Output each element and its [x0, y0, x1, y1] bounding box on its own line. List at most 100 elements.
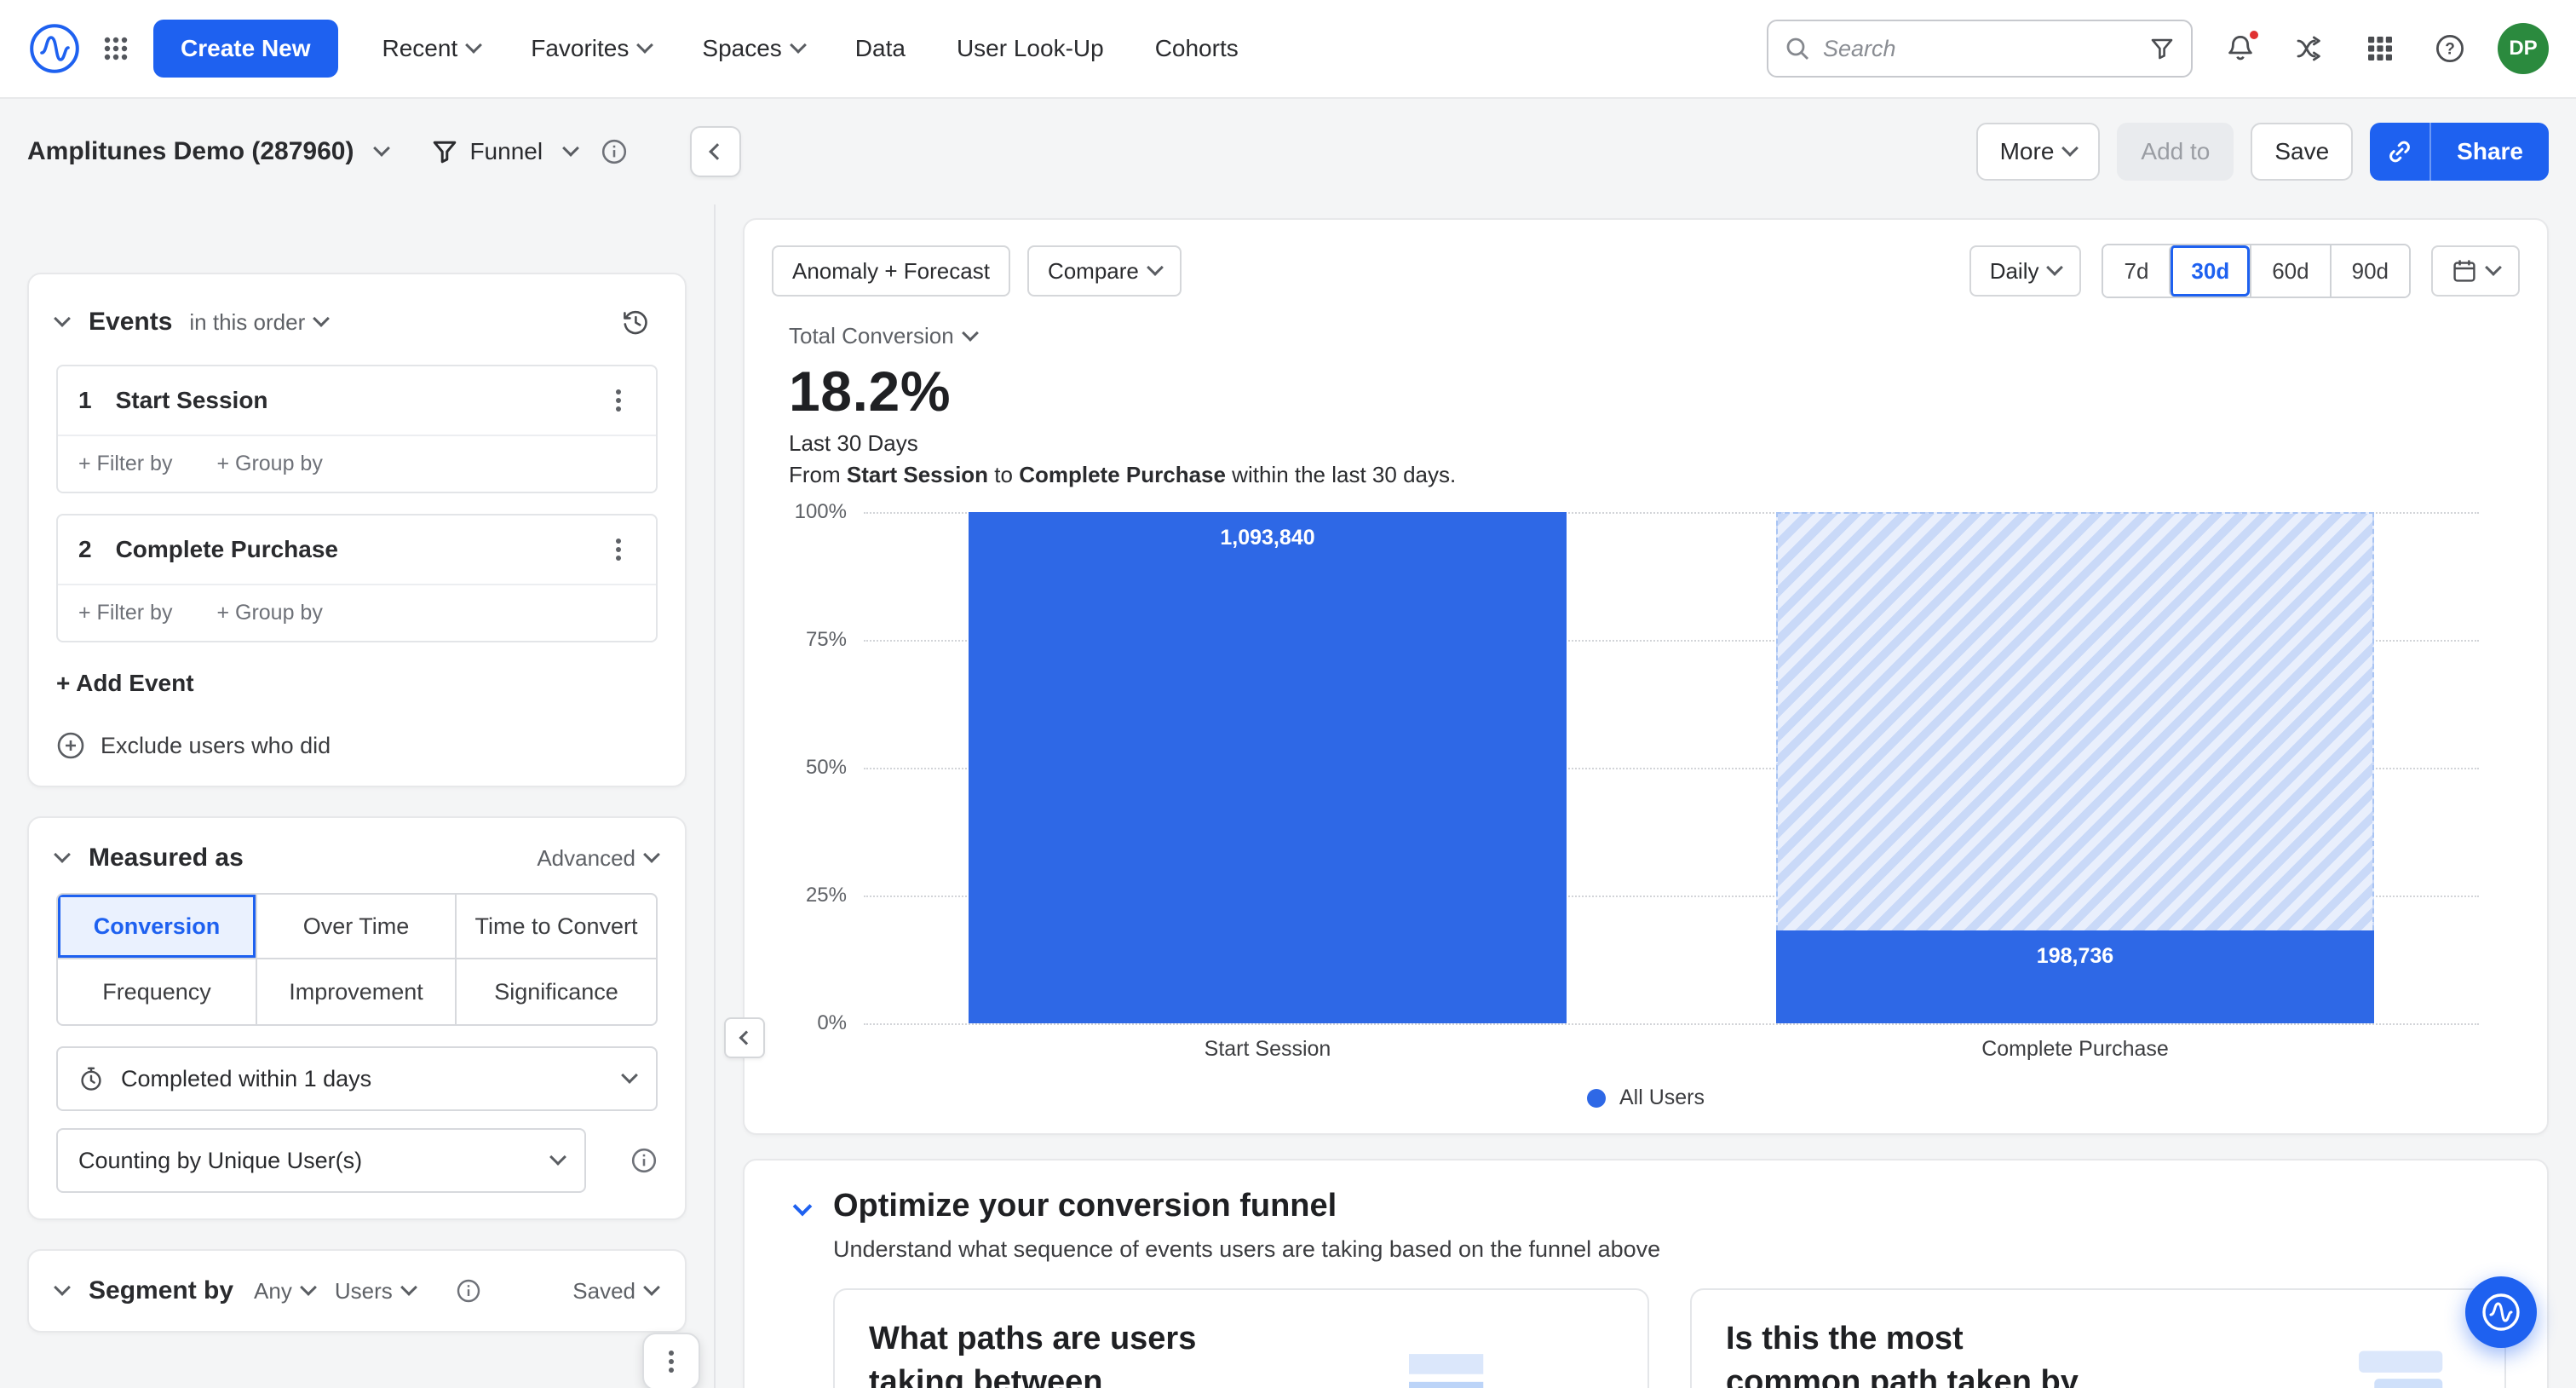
collapse-insights-icon[interactable] [793, 1197, 813, 1217]
collapse-events-icon[interactable] [54, 310, 71, 327]
info-icon[interactable] [456, 1278, 481, 1304]
segment-users-select[interactable]: Users [335, 1278, 415, 1304]
info-icon[interactable] [601, 138, 628, 165]
collapse-sidebar-button[interactable] [690, 126, 741, 177]
amplitude-logo[interactable] [27, 21, 82, 76]
conversion-rate-value: 18.2% [789, 359, 2520, 423]
history-icon[interactable] [613, 300, 658, 344]
apps-grid-icon[interactable] [102, 35, 129, 62]
collapse-segment-icon[interactable] [54, 1279, 71, 1296]
sidebar-options-kebab[interactable] [642, 1333, 700, 1388]
group-by-button[interactable]: + Group by [216, 452, 322, 476]
share-button[interactable]: Share [2431, 123, 2549, 181]
chevron-down-icon [962, 325, 979, 342]
search-icon [1785, 37, 1809, 60]
tab-frequency[interactable]: Frequency [58, 959, 257, 1024]
compare-button[interactable]: Compare [1027, 245, 1182, 297]
advanced-select[interactable]: Advanced [537, 845, 658, 872]
filter-by-button[interactable]: + Filter by [78, 601, 172, 625]
info-icon[interactable] [630, 1147, 658, 1174]
event-name[interactable]: Start Session [116, 387, 268, 414]
range-60d[interactable]: 60d [2250, 245, 2329, 297]
nav-data[interactable]: Data [855, 35, 906, 62]
range-7d[interactable]: 7d [2103, 245, 2169, 297]
insight-card-paths[interactable]: What paths are users taking between conv… [833, 1288, 1649, 1388]
add-to-button[interactable]: Add to [2117, 123, 2234, 181]
y-tick: 0% [817, 1011, 847, 1035]
range-30d[interactable]: 30d [2169, 245, 2250, 297]
product-grid-icon[interactable] [2358, 26, 2402, 71]
exclude-users-button[interactable]: Exclude users who did [56, 731, 658, 760]
advanced-label: Advanced [537, 845, 635, 872]
event-options-kebab[interactable] [601, 383, 635, 418]
range-90d[interactable]: 90d [2330, 245, 2409, 297]
nav-recent-label: Recent [382, 35, 458, 62]
project-name: Amplitunes Demo (287960) [27, 137, 354, 166]
tab-time-to-convert[interactable]: Time to Convert [457, 895, 656, 959]
insight-card-common-path[interactable]: Is this the most common path taken by us… [1690, 1288, 2506, 1388]
insights-title: Optimize your conversion funnel [833, 1188, 1660, 1224]
saved-label: Saved [572, 1278, 635, 1304]
create-new-button[interactable]: Create New [153, 20, 338, 78]
filter-by-button[interactable]: + Filter by [78, 452, 172, 476]
funnel-bar-complete-purchase[interactable]: 198,736 [1776, 512, 2374, 1023]
event-row-start-session[interactable]: 1 Start Session [58, 366, 656, 435]
notification-badge [2247, 28, 2261, 42]
saved-select[interactable]: Saved [572, 1278, 658, 1304]
notifications-bell-icon[interactable] [2218, 26, 2263, 71]
help-icon[interactable]: ? [2428, 26, 2472, 71]
nav-cohorts-label: Cohorts [1155, 35, 1239, 62]
tab-significance[interactable]: Significance [457, 959, 656, 1024]
event-order-label: in this order [189, 309, 305, 336]
funnel-bar-start-session[interactable]: 1,093,840 [969, 512, 1567, 1023]
calendar-button[interactable] [2431, 245, 2520, 297]
chevron-down-icon [374, 140, 391, 157]
insight-question: Is this the most common path taken by us… [1726, 1317, 2099, 1388]
exclude-users-label: Exclude users who did [101, 733, 331, 759]
event-name[interactable]: Complete Purchase [116, 536, 338, 563]
amplitude-logo-icon [29, 23, 80, 74]
event-row-complete-purchase[interactable]: 2 Complete Purchase [58, 515, 656, 584]
nav-recent[interactable]: Recent [382, 35, 480, 62]
counting-by-select[interactable]: Counting by Unique User(s) [56, 1128, 586, 1193]
metric-select[interactable]: Total Conversion [789, 323, 976, 349]
gridline [864, 1023, 2479, 1025]
segment-any-select[interactable]: Any [254, 1278, 314, 1304]
collapse-chart-panel-button[interactable] [724, 1017, 765, 1058]
search-box[interactable] [1767, 20, 2193, 78]
assistant-fab[interactable] [2465, 1276, 2537, 1348]
tab-conversion[interactable]: Conversion [58, 895, 257, 959]
project-selector[interactable]: Amplitunes Demo (287960) [27, 137, 388, 166]
event-order-select[interactable]: in this order [189, 309, 327, 336]
tab-over-time[interactable]: Over Time [257, 895, 457, 959]
search-filter-icon[interactable] [2150, 37, 2174, 60]
x-axis-labels: Start Session Complete Purchase [864, 1037, 2479, 1062]
chevron-down-icon [621, 1067, 638, 1084]
chart-type-selector[interactable]: Funnel [432, 138, 577, 165]
nav-favorites[interactable]: Favorites [531, 35, 651, 62]
tab-improvement[interactable]: Improvement [257, 959, 457, 1024]
granularity-label: Daily [1990, 258, 2039, 285]
avatar[interactable]: DP [2498, 23, 2549, 74]
save-button[interactable]: Save [2251, 123, 2353, 181]
x-label-complete-purchase: Complete Purchase [1671, 1037, 2479, 1062]
event-options-kebab[interactable] [601, 533, 635, 567]
journeys-icon[interactable] [2288, 26, 2332, 71]
group-by-button[interactable]: + Group by [216, 601, 322, 625]
granularity-select[interactable]: Daily [1969, 245, 2082, 297]
anomaly-forecast-button[interactable]: Anomaly + Forecast [772, 245, 1010, 297]
chart-legend[interactable]: All Users [772, 1086, 2520, 1110]
collapse-measured-icon[interactable] [54, 846, 71, 863]
chevron-down-icon [643, 1279, 660, 1296]
insight-question: What paths are users taking between conv… [869, 1317, 1242, 1388]
navbar-right: ? DP [1767, 20, 2549, 78]
copy-link-button[interactable] [2370, 123, 2431, 181]
add-event-button[interactable]: + Add Event [56, 670, 658, 697]
insight-cards: What paths are users taking between conv… [785, 1288, 2506, 1388]
nav-spaces[interactable]: Spaces [702, 35, 803, 62]
nav-cohorts[interactable]: Cohorts [1155, 35, 1239, 62]
conversion-window-select[interactable]: Completed within 1 days [56, 1046, 658, 1111]
more-button[interactable]: More [1976, 123, 2101, 181]
nav-user-lookup[interactable]: User Look-Up [957, 35, 1104, 62]
search-input[interactable] [1823, 36, 2136, 62]
